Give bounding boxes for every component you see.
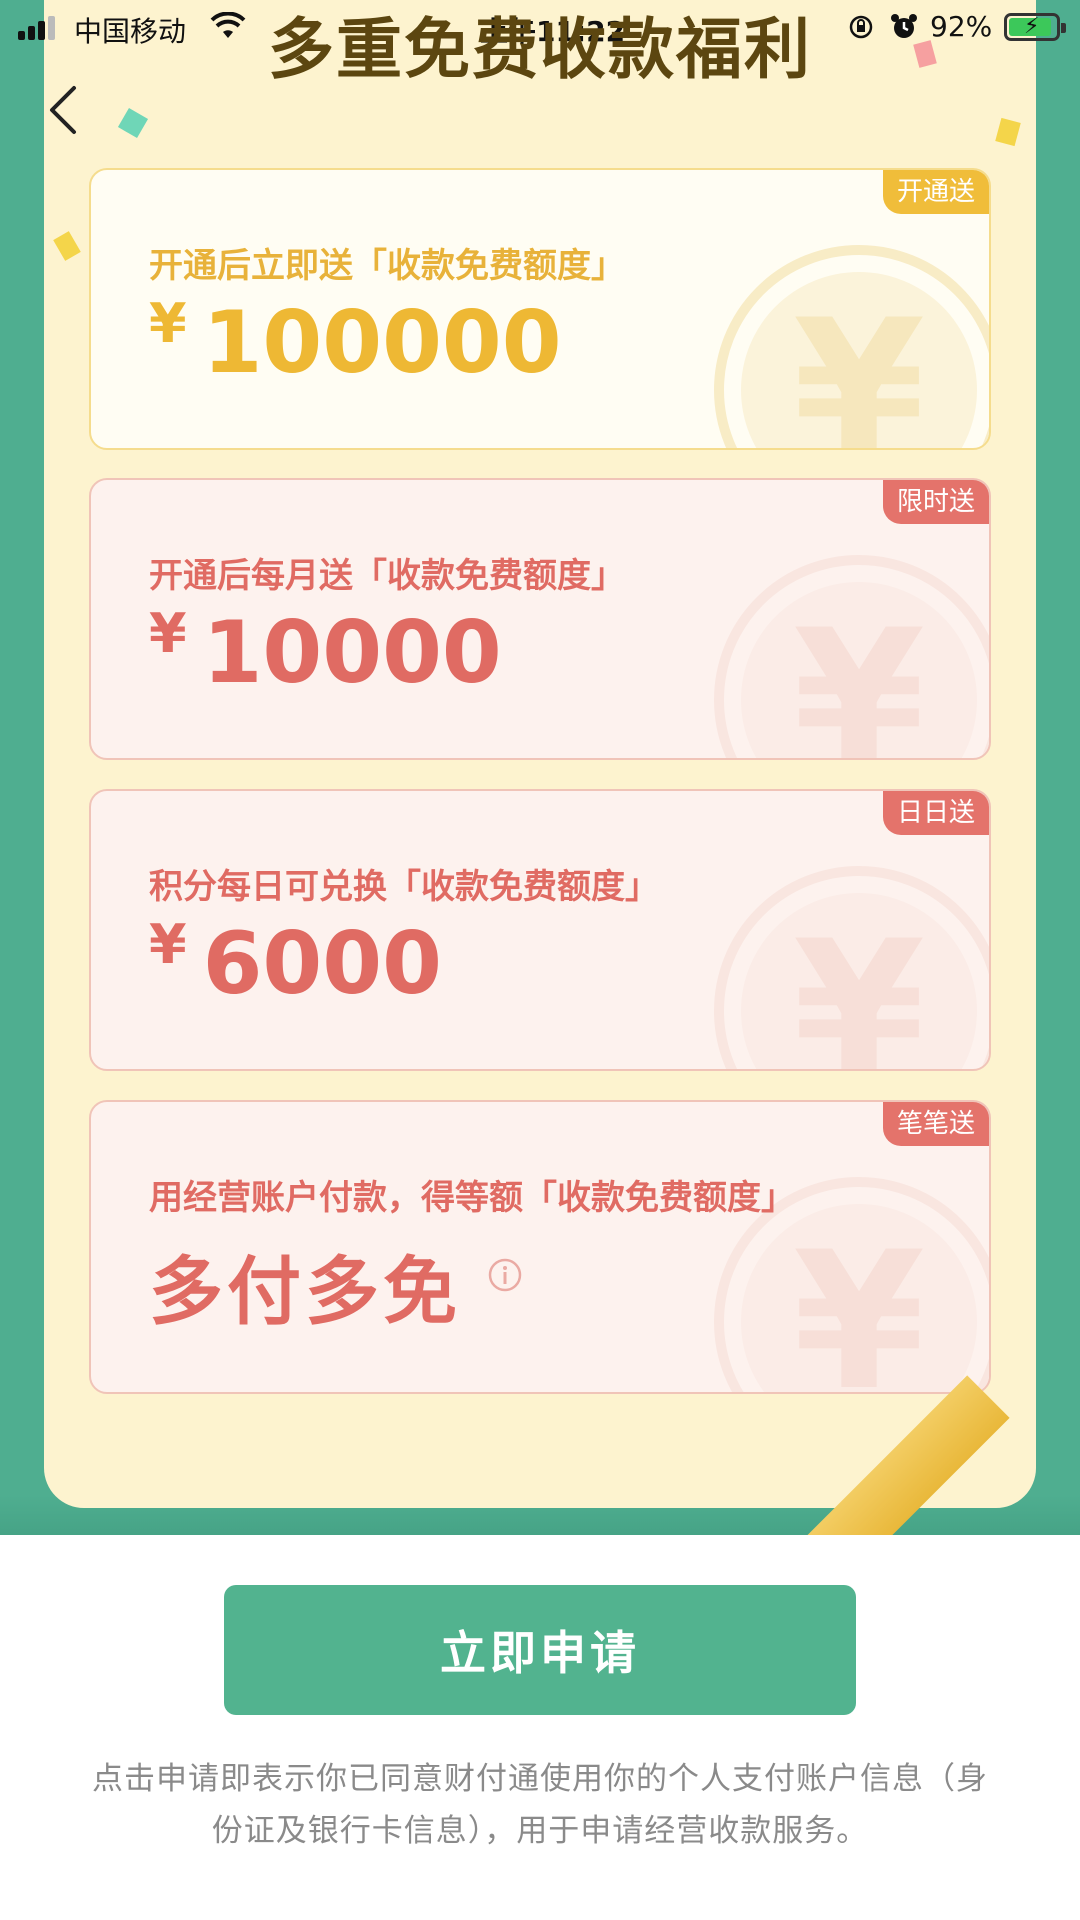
card-amount: ¥100000 xyxy=(149,292,562,393)
benefit-card-per-payment: ¥ 笔笔送 用经营账户付款，得等额「收款免费额度」 多付多免 xyxy=(89,1100,991,1394)
apply-now-button[interactable]: 立即申请 xyxy=(224,1585,856,1715)
card-description: 开通后立即送「收款免费额度」 xyxy=(149,246,625,286)
card-tag: 限时送 xyxy=(882,480,989,524)
back-arrow-icon[interactable] xyxy=(40,80,90,140)
amount-value: 100000 xyxy=(202,293,562,393)
currency-symbol: ¥ xyxy=(149,292,187,355)
card-description: 积分每日可兑换「收款免费额度」 xyxy=(149,867,659,907)
confetti-decoration xyxy=(117,107,149,139)
confetti-decoration xyxy=(53,231,81,261)
benefit-card-activation: ¥ 开通送 开通后立即送「收款免费额度」 ¥100000 xyxy=(89,168,991,450)
amount-value: 10000 xyxy=(202,603,502,703)
screen: 中国移动 上午11:22 92% ⚡ 多重免费收款福利 ¥ 开通送 开通后立即送… xyxy=(0,0,1080,1920)
card-tag: 笔笔送 xyxy=(882,1102,989,1146)
card-amount: 多付多免 xyxy=(149,1232,523,1339)
currency-symbol: ¥ xyxy=(149,913,187,976)
info-icon[interactable] xyxy=(487,1257,523,1293)
card-tag: 日日送 xyxy=(882,791,989,835)
svg-text:¥: ¥ xyxy=(793,900,925,1071)
svg-text:¥: ¥ xyxy=(793,279,925,450)
card-description: 用经营账户付款，得等额「收款免费额度」 xyxy=(149,1178,795,1218)
agreement-line: 点击申请即表示你已同意财付通使用你的个人支付账户信息（身 xyxy=(92,1761,988,1797)
svg-text:¥: ¥ xyxy=(793,589,925,760)
card-tag: 开通送 xyxy=(882,170,989,214)
currency-symbol: ¥ xyxy=(149,602,187,665)
card-amount: ¥6000 xyxy=(149,913,442,1014)
benefit-card-monthly: ¥ 限时送 开通后每月送「收款免费额度」 ¥10000 xyxy=(89,478,991,760)
amount-value: 6000 xyxy=(202,914,442,1014)
agreement-line: 份证及银行卡信息），用于申请经营收款服务。 xyxy=(211,1813,869,1849)
yen-watermark-icon: ¥ xyxy=(714,555,989,760)
svg-text:¥: ¥ xyxy=(793,1211,925,1394)
yen-watermark-icon: ¥ xyxy=(714,866,989,1071)
confetti-decoration xyxy=(995,117,1021,147)
card-description: 开通后每月送「收款免费额度」 xyxy=(149,556,625,596)
bottom-action-area: 立即申请 点击申请即表示你已同意财付通使用你的个人支付账户信息（身 份证及银行卡… xyxy=(0,1535,1080,1920)
amount-value: 多付多免 xyxy=(149,1249,461,1335)
agreement-text: 点击申请即表示你已同意财付通使用你的个人支付账户信息（身 份证及银行卡信息），用… xyxy=(50,1753,1030,1857)
benefit-card-daily: ¥ 日日送 积分每日可兑换「收款免费额度」 ¥6000 xyxy=(89,789,991,1071)
page-title: 多重免费收款福利 xyxy=(268,11,812,88)
yen-watermark-icon: ¥ xyxy=(714,245,989,450)
card-amount: ¥10000 xyxy=(149,602,502,703)
